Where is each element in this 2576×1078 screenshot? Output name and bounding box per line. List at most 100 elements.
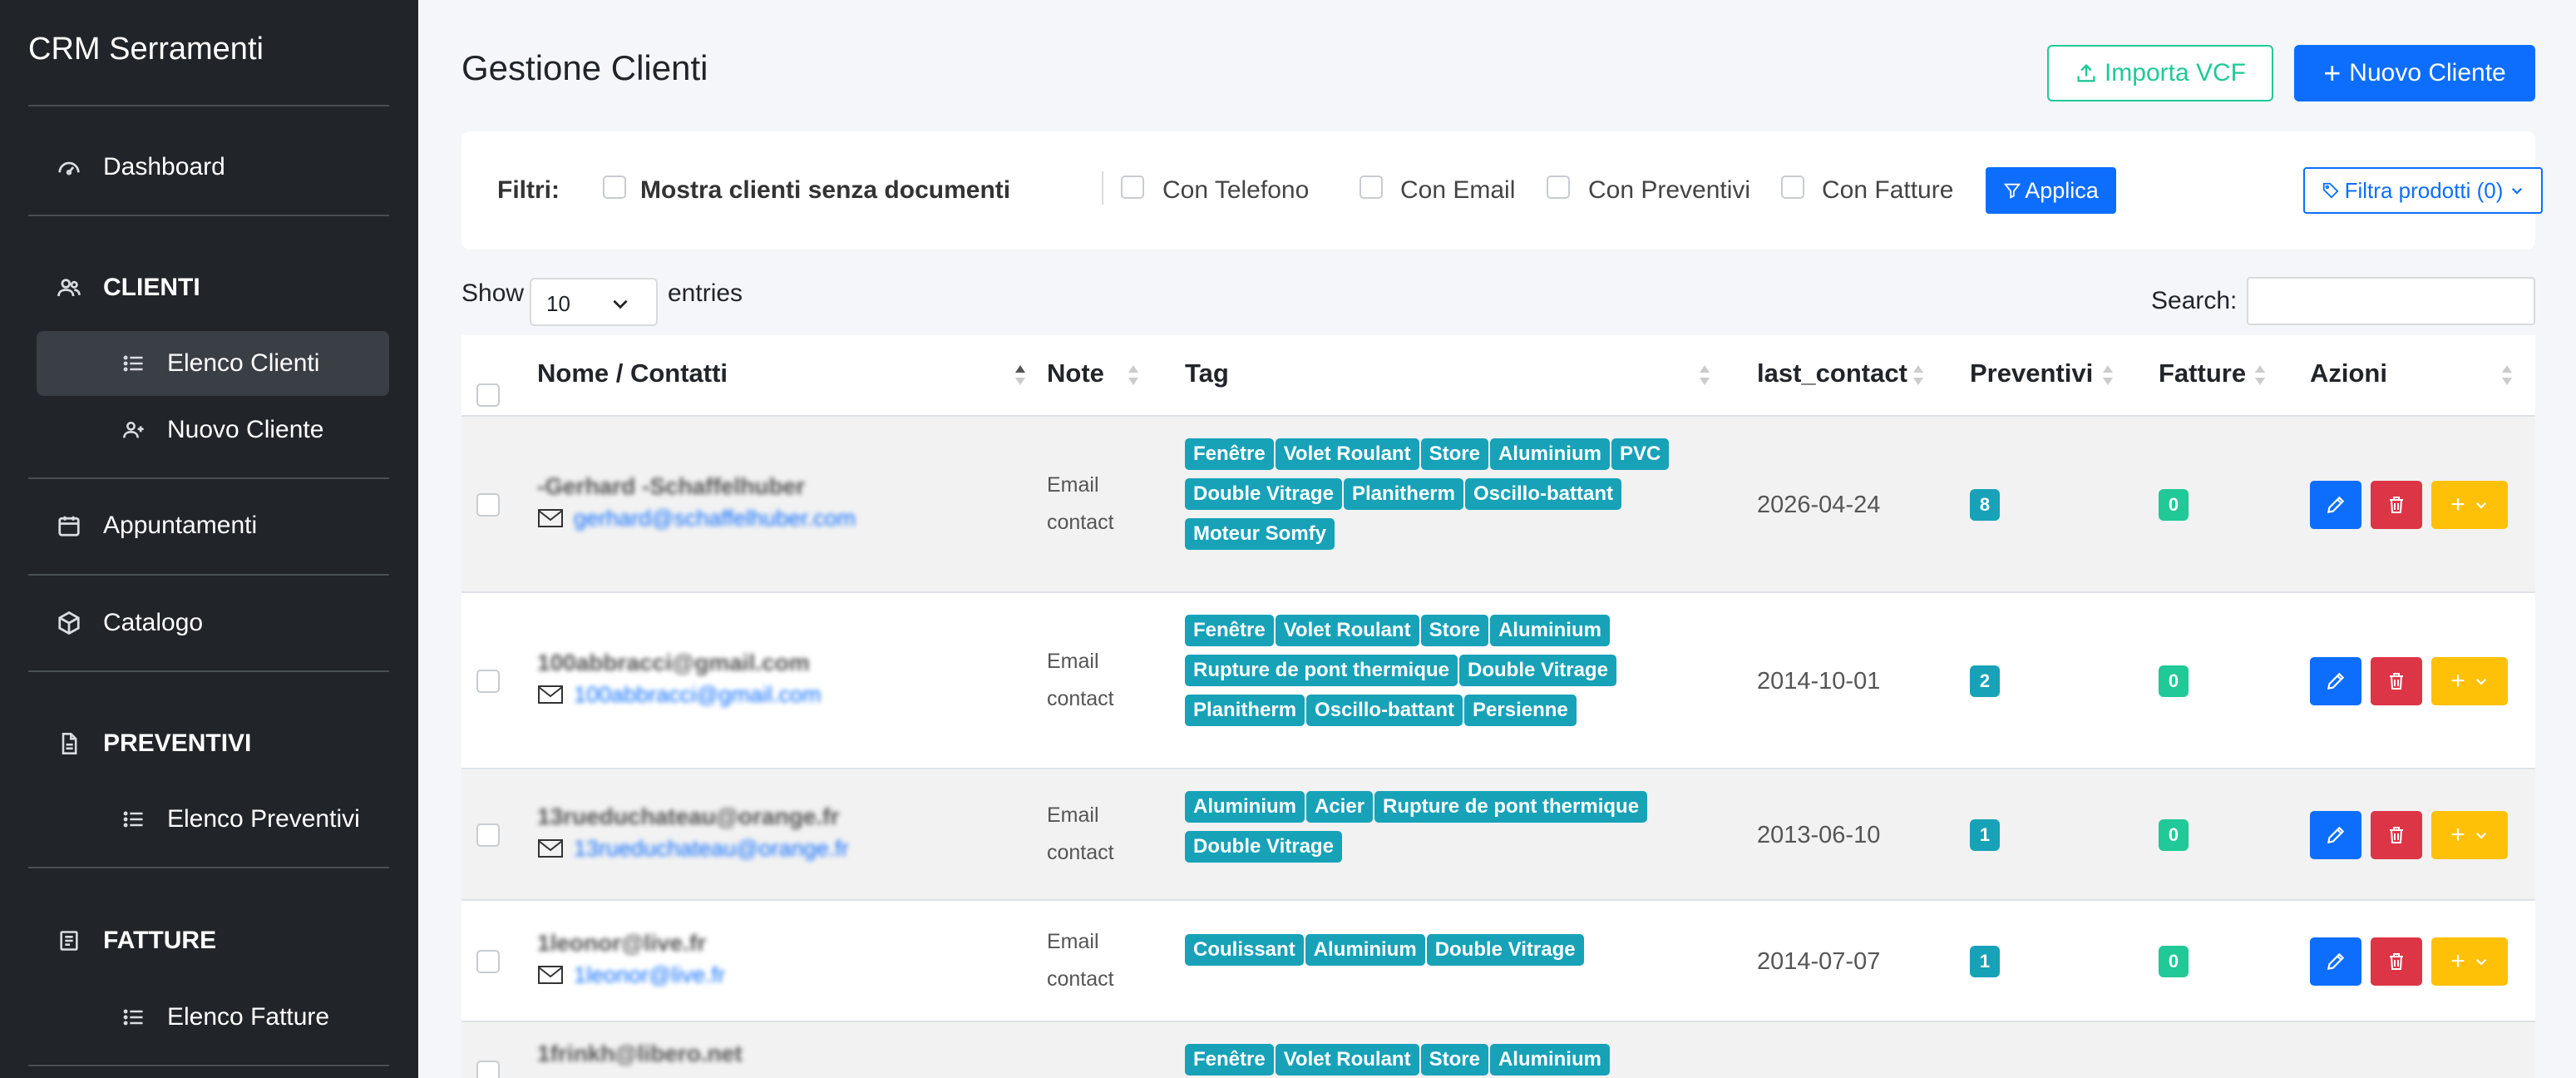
sidebar-divider: [28, 670, 389, 672]
apply-label: Applica: [2025, 177, 2099, 203]
add-dropdown-button[interactable]: +: [2431, 937, 2508, 986]
client-name[interactable]: 13rueduchateau@orange.fr: [537, 804, 839, 830]
select-all-checkbox[interactable]: [476, 383, 500, 407]
sidebar-section-label: FATTURE: [103, 927, 217, 954]
fatture-count-badge: 0: [2159, 819, 2189, 851]
plus-icon: +: [2323, 56, 2342, 90]
envelope-icon: [538, 966, 563, 984]
tag-badge: Oscillo-battant: [1464, 478, 1621, 510]
add-dropdown-button[interactable]: +: [2431, 481, 2508, 529]
delete-button[interactable]: [2371, 937, 2422, 986]
sidebar-item-label: Catalogo: [103, 609, 204, 636]
preventivi-count-badge: 1: [1970, 946, 2000, 977]
row-checkbox[interactable]: [476, 950, 500, 973]
note-text: Email contact: [1047, 650, 1114, 710]
filter-products-dropdown[interactable]: Filtra prodotti (0): [2303, 167, 2543, 214]
people-icon: [55, 274, 83, 302]
email-checkbox[interactable]: [1360, 176, 1383, 199]
client-email-link[interactable]: 13rueduchateau@orange.fr: [574, 836, 849, 862]
sort-asc-icon[interactable]: [1014, 363, 1026, 387]
list-icon: [120, 1003, 148, 1031]
tag-badge: Aluminium: [1489, 615, 1610, 646]
tag-badge: Rupture de pont thermique: [1374, 791, 1648, 823]
invoices-checkbox[interactable]: [1781, 176, 1804, 199]
column-header-last-contact[interactable]: last_contact: [1757, 359, 1907, 388]
plus-icon: +: [2450, 947, 2465, 975]
client-name[interactable]: 1frinkh@libero.net: [537, 1041, 743, 1067]
column-header-preventivi[interactable]: Preventivi: [1970, 359, 2093, 388]
preventivi-count-badge: 8: [1970, 489, 2000, 521]
phone-checkbox[interactable]: [1121, 176, 1144, 199]
tag-badge: Fenêtre: [1185, 615, 1274, 646]
edit-button[interactable]: [2310, 811, 2361, 859]
client-name[interactable]: -Gerhard -Schaffelhuber: [537, 473, 805, 500]
column-header-fatture[interactable]: Fatture: [2159, 359, 2246, 388]
main-content: Gestione Clienti Importa VCF + Nuovo Cli…: [418, 0, 2576, 1078]
delete-button[interactable]: [2371, 657, 2422, 705]
envelope-icon: [538, 685, 563, 704]
no-docs-checkbox[interactable]: [603, 176, 626, 199]
chevron-down-icon: [2512, 187, 2523, 195]
column-header-tag[interactable]: Tag: [1185, 359, 1229, 388]
email-label: Con Email: [1400, 176, 1516, 204]
list-icon: [120, 805, 148, 833]
page-title: Gestione Clienti: [461, 48, 708, 87]
row-checkbox[interactable]: [476, 493, 500, 517]
sidebar-item-elenco-clienti[interactable]: Elenco Clienti: [37, 331, 389, 396]
sidebar-item-elenco-preventivi[interactable]: Elenco Preventivi: [37, 787, 389, 852]
tag-badge: Acier: [1306, 791, 1374, 823]
plus-icon: +: [2450, 491, 2465, 518]
sort-icon[interactable]: [2501, 363, 2513, 387]
chevron-down-icon: [2475, 832, 2486, 839]
sidebar-section-label: CLIENTI: [103, 274, 200, 301]
delete-button[interactable]: [2371, 481, 2422, 529]
new-client-button[interactable]: + Nuovo Cliente: [2294, 45, 2535, 101]
edit-button[interactable]: [2310, 937, 2361, 986]
sidebar-item-elenco-fatture[interactable]: Elenco Fatture: [37, 985, 389, 1050]
sidebar-divider: [28, 1065, 389, 1066]
column-header-note[interactable]: Note: [1047, 359, 1104, 388]
import-vcf-button[interactable]: Importa VCF: [2047, 45, 2273, 101]
table-row: 1leonor@live.fr 1leonor@live.fr Email cont…: [461, 901, 2535, 1022]
tag-badge: Moteur Somfy: [1185, 518, 1335, 550]
sort-icon[interactable]: [1912, 363, 1924, 387]
row-checkbox[interactable]: [476, 670, 500, 693]
no-docs-label: Mostra clienti senza documenti: [640, 176, 1011, 204]
sidebar-item-catalogo[interactable]: Catalogo: [37, 591, 389, 655]
search-input[interactable]: [2247, 277, 2535, 325]
show-label: Show: [461, 279, 525, 307]
sidebar-item-appuntamenti[interactable]: Appuntamenti: [37, 493, 389, 558]
plus-icon: +: [2450, 667, 2465, 695]
tag-badge: Fenêtre: [1185, 438, 1274, 470]
quotes-checkbox[interactable]: [1547, 176, 1570, 199]
sidebar-item-nuovo-cliente[interactable]: Nuovo Cliente: [37, 398, 389, 462]
edit-button[interactable]: [2310, 481, 2361, 529]
delete-button[interactable]: [2371, 811, 2422, 859]
import-vcf-label: Importa VCF: [2104, 59, 2247, 87]
clients-table: Nome / Contatti Note Tag last_contact Pr…: [461, 335, 2535, 1078]
sidebar-item-dashboard[interactable]: Dashboard: [37, 135, 389, 200]
plus-icon: +: [2450, 821, 2465, 848]
column-header-name[interactable]: Nome / Contatti: [537, 359, 728, 388]
apply-filter-button[interactable]: Applica: [1986, 167, 2116, 214]
client-name[interactable]: 100abbracci@gmail.com: [537, 650, 810, 676]
client-name[interactable]: 1leonor@live.fr: [537, 930, 706, 957]
table-header: Nome / Contatti Note Tag last_contact Pr…: [461, 335, 2535, 417]
sort-icon[interactable]: [2102, 363, 2114, 387]
sort-icon[interactable]: [2254, 363, 2266, 387]
client-email-link[interactable]: 100abbracci@gmail.com: [574, 682, 822, 708]
sort-icon[interactable]: [1128, 363, 1139, 387]
brand-title[interactable]: CRM Serramenti: [28, 32, 264, 67]
sort-icon[interactable]: [1699, 363, 1710, 387]
entries-label: entries: [668, 279, 743, 307]
client-email-link[interactable]: 1leonor@live.fr: [574, 962, 725, 988]
chevron-down-icon: [2475, 958, 2486, 966]
row-checkbox[interactable]: [476, 1061, 500, 1078]
edit-button[interactable]: [2310, 657, 2361, 705]
entries-length-select[interactable]: 10: [530, 278, 658, 326]
filters-label: Filtri:: [497, 176, 560, 204]
row-checkbox[interactable]: [476, 823, 500, 847]
client-email-link[interactable]: gerhard@schaffelhuber.com: [574, 506, 856, 532]
add-dropdown-button[interactable]: +: [2431, 811, 2508, 859]
add-dropdown-button[interactable]: +: [2431, 657, 2508, 705]
